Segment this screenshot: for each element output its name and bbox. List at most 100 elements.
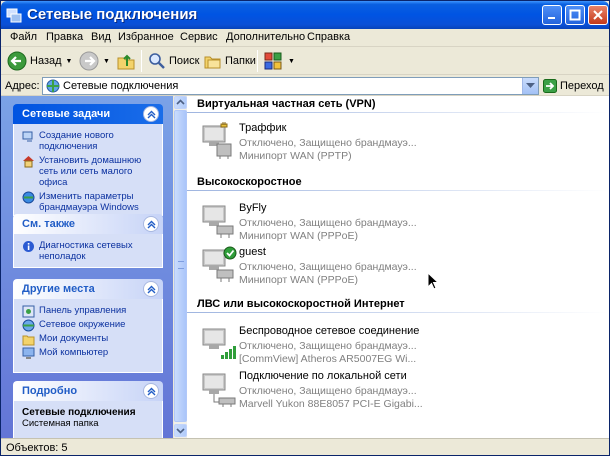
panel-title: Другие места (22, 283, 95, 295)
info-icon (23, 241, 34, 252)
place-my-computer[interactable]: Мой компьютер (22, 347, 156, 359)
address-dropdown-button[interactable] (522, 78, 538, 94)
firewall-icon (22, 191, 35, 204)
go-button[interactable]: Переход (543, 77, 604, 95)
views-dropdown-icon[interactable]: ▼ (288, 58, 295, 65)
chevron-down-icon (176, 428, 185, 434)
go-label: Переход (560, 80, 604, 92)
search-icon (149, 53, 165, 69)
menu-favorites[interactable]: Избранное (118, 31, 174, 43)
place-my-documents[interactable]: Мои документы (22, 333, 156, 346)
forward-arrow-icon (79, 51, 99, 71)
see-also-panel: См. также Диагностика сетевых неполадок (13, 214, 163, 268)
task-pane: Сетевые задачи Создание нового подключен… (1, 96, 173, 439)
panel-title: См. также (22, 218, 75, 230)
connections-list: Виртуальная частная сеть (VPN) Траффик О… (187, 96, 609, 438)
details-type: Системная папка (22, 418, 99, 429)
folders-button[interactable]: Папки (204, 49, 256, 73)
menu-view[interactable]: Вид (91, 31, 111, 43)
network-tasks-header[interactable]: Сетевые задачи (13, 104, 163, 124)
place-network-neighborhood[interactable]: Сетевое окружение (22, 319, 156, 332)
search-button[interactable]: Поиск (148, 49, 199, 73)
group-header-lan: ЛВС или высокоскоростной Интернет (197, 298, 405, 310)
task-diagnostics[interactable]: Диагностика сетевых неполадок (22, 240, 156, 262)
scroll-down-button[interactable] (174, 424, 187, 437)
task-firewall-settings[interactable]: Изменить параметры брандмауэра Windows (22, 191, 156, 213)
menu-tools[interactable]: Сервис (180, 31, 218, 43)
views-icon (264, 52, 282, 70)
connection-status: Отключено, Защищено брандмауэ... (239, 340, 417, 352)
panel-title: Подробно (22, 385, 78, 397)
minimize-button[interactable] (542, 5, 562, 25)
back-button[interactable]: Назад ▼ (7, 49, 72, 73)
address-bar: Адрес: Сетевые подключения Переход (1, 76, 609, 96)
folders-icon (204, 56, 221, 69)
menu-file[interactable]: Файл (10, 31, 37, 43)
task-label: Сетевое окружение (39, 319, 126, 330)
new-connection-icon (22, 131, 33, 142)
broadband-connection-icon (202, 205, 234, 238)
task-label: Диагностика сетевых неполадок (39, 240, 133, 262)
task-label: Панель управления (39, 305, 127, 316)
minimize-icon (548, 17, 555, 19)
scroll-up-button[interactable] (174, 96, 187, 109)
group-header-broadband: Высокоскоростное (197, 176, 302, 188)
panel-title: Сетевые задачи (22, 108, 111, 120)
broadband-connection-icon (202, 246, 237, 282)
task-create-connection[interactable]: Создание нового подключения (22, 130, 156, 152)
maximize-button[interactable] (565, 5, 585, 25)
title-bar[interactable]: Сетевые подключения (1, 1, 609, 29)
close-icon (593, 10, 603, 20)
connection-item[interactable]: guest Отключено, Защищено брандмауэ... М… (199, 246, 609, 290)
task-home-network[interactable]: Установить домашнюю сеть или сеть малого… (22, 155, 156, 188)
views-button[interactable]: ▼ (264, 49, 295, 73)
details-header[interactable]: Подробно (13, 381, 163, 401)
my-documents-icon (22, 335, 35, 346)
panel-body: Панель управления Сетевое окружение Мои … (13, 299, 163, 373)
forward-dropdown-icon[interactable]: ▼ (103, 58, 110, 65)
see-also-header[interactable]: См. также (13, 214, 163, 234)
forward-button[interactable]: ▼ (79, 49, 110, 73)
connection-name: Подключение по локальной сети (239, 370, 407, 382)
vertical-scrollbar[interactable] (174, 96, 187, 438)
menu-help[interactable]: Справка (307, 31, 350, 43)
other-places-panel: Другие места Панель управления Сетевое о… (13, 279, 163, 373)
menu-advanced[interactable]: Дополнительно (226, 31, 305, 43)
back-dropdown-icon[interactable]: ▼ (66, 58, 73, 65)
explorer-window: Сетевые подключения Файл Правка Вид Избр… (0, 0, 610, 456)
menu-bar: Файл Правка Вид Избранное Сервис Дополни… (1, 29, 609, 47)
connection-item[interactable]: Беспроводное сетевое соединение Отключен… (199, 325, 609, 369)
collapse-button[interactable] (143, 281, 159, 297)
collapse-button[interactable] (143, 216, 159, 232)
connection-item[interactable]: Траффик Отключено, Защищено брандмауэ...… (199, 122, 609, 166)
connection-status: Отключено, Защищено брандмауэ... (239, 385, 417, 397)
chevron-down-icon (526, 83, 535, 88)
collapse-button[interactable] (143, 383, 159, 399)
connection-device: Минипорт WAN (PPPoE) (239, 274, 359, 286)
scroll-thumb[interactable] (174, 110, 187, 422)
address-value: Сетевые подключения (63, 80, 179, 92)
task-label: Мои документы (39, 333, 109, 344)
vpn-connection-icon (202, 122, 232, 159)
connection-item[interactable]: ByFly Отключено, Защищено брандмауэ... М… (199, 202, 609, 246)
chevron-up-icon (147, 387, 156, 396)
connection-item[interactable]: Подключение по локальной сети Отключено,… (199, 370, 609, 414)
panel-body: Сетевые подключения Системная папка (13, 401, 163, 439)
group-divider (187, 112, 609, 113)
grip-icon (178, 261, 184, 269)
network-tasks-panel: Сетевые задачи Создание нового подключен… (13, 104, 163, 216)
panel-body: Создание нового подключения Установить д… (13, 124, 163, 216)
lan-connection-icon (202, 373, 236, 407)
connection-device: [CommView] Atheros AR5007EG Wi... (239, 353, 417, 365)
collapse-button[interactable] (143, 106, 159, 122)
menu-edit[interactable]: Правка (46, 31, 83, 43)
connection-name: Беспроводное сетевое соединение (239, 325, 420, 337)
toolbar-separator (257, 50, 258, 72)
close-button[interactable] (588, 5, 608, 25)
place-control-panel[interactable]: Панель управления (22, 305, 156, 318)
up-folder-button[interactable] (116, 49, 136, 73)
other-places-header[interactable]: Другие места (13, 279, 163, 299)
address-input[interactable]: Сетевые подключения (42, 77, 539, 95)
toolbar-separator (141, 50, 142, 72)
connection-device: Минипорт WAN (PPTP) (239, 150, 352, 162)
